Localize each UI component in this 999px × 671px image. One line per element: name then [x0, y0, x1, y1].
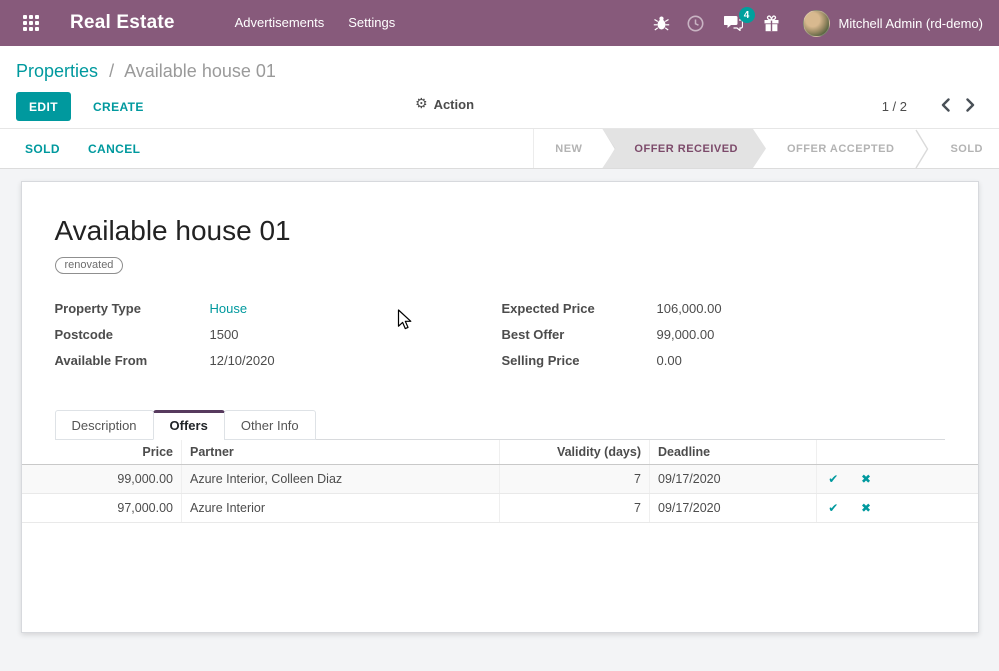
stage-pipeline: NEW OFFER RECEIVED OFFER ACCEPTED SOLD [533, 129, 999, 168]
column-header-validity[interactable]: Validity (days) [500, 440, 650, 465]
app-brand[interactable]: Real Estate [70, 12, 175, 34]
offer-validity[interactable]: 7 [500, 494, 650, 523]
apps-menu-button[interactable] [16, 8, 46, 38]
activities-button[interactable] [679, 0, 713, 46]
field-selling-price: Selling Price 0.00 [502, 353, 722, 368]
pager: 1 / 2 [882, 98, 983, 115]
gift-icon [763, 15, 780, 32]
chevron-left-icon [941, 98, 950, 112]
tag-renovated: renovated [55, 257, 124, 274]
column-header-partner[interactable]: Partner [182, 440, 500, 465]
debug-bug-button[interactable] [645, 0, 679, 46]
breadcrumb: Properties / Available house 01 [16, 59, 983, 83]
control-panel: Properties / Available house 01 EDIT CRE… [0, 46, 999, 129]
notebook-tabs: Description Offers Other Info [55, 410, 945, 440]
top-menu: Advertisements Settings [223, 0, 408, 46]
pager-next-button[interactable] [958, 98, 983, 115]
offer-partner[interactable]: Azure Interior, Colleen Diaz [182, 465, 500, 494]
offer-deadline[interactable]: 09/17/2020 [650, 465, 817, 494]
stage-offer-received[interactable]: OFFER RECEIVED [602, 129, 766, 168]
offer-row[interactable]: 97,000.00 Azure Interior 7 09/17/2020 ✔ … [22, 494, 978, 523]
field-expected-price: Expected Price 106,000.00 [502, 301, 722, 316]
field-postcode: Postcode 1500 [55, 327, 502, 342]
apps-grid-icon [23, 15, 39, 31]
create-button[interactable]: CREATE [85, 100, 152, 114]
offer-validity[interactable]: 7 [500, 465, 650, 494]
field-group-right: Expected Price 106,000.00 Best Offer 99,… [502, 301, 722, 379]
column-header-deadline[interactable]: Deadline [650, 440, 817, 465]
bug-icon [653, 15, 670, 31]
field-best-offer: Best Offer 99,000.00 [502, 327, 722, 342]
accept-offer-button[interactable]: ✔ [824, 501, 842, 515]
breadcrumb-separator: / [109, 61, 114, 81]
gear-icon: ⚙ [415, 96, 428, 112]
user-avatar [803, 10, 830, 37]
sold-button[interactable]: SOLD [25, 142, 60, 156]
offer-deadline[interactable]: 09/17/2020 [650, 494, 817, 523]
pager-value[interactable]: 1 / 2 [882, 99, 907, 114]
action-menu-button[interactable]: ⚙ Action [415, 96, 474, 112]
refuse-offer-button[interactable]: ✖ [857, 501, 875, 515]
user-menu[interactable]: Mitchell Admin (rd-demo) [803, 10, 984, 37]
refuse-offer-button[interactable]: ✖ [857, 472, 875, 486]
menu-settings[interactable]: Settings [336, 0, 407, 46]
property-type-link[interactable]: House [210, 301, 248, 316]
record-title: Available house 01 [55, 214, 945, 248]
stage-offer-accepted[interactable]: OFFER ACCEPTED [766, 129, 915, 168]
messages-button[interactable]: 4 [713, 0, 755, 46]
offer-price[interactable]: 97,000.00 [22, 494, 182, 523]
stage-new[interactable]: NEW [534, 129, 603, 168]
form-statusbar: SOLD CANCEL NEW OFFER RECEIVED OFFER ACC… [0, 129, 999, 169]
clock-icon [687, 15, 704, 32]
accept-offer-button[interactable]: ✔ [824, 472, 842, 486]
cancel-button[interactable]: CANCEL [88, 142, 140, 156]
offers-table: Price Partner Validity (days) Deadline 9… [22, 440, 978, 523]
statusbar-buttons: SOLD CANCEL [0, 129, 168, 168]
rewards-button[interactable] [755, 0, 789, 46]
chevron-right-icon [966, 98, 975, 112]
menu-advertisements[interactable]: Advertisements [223, 0, 337, 46]
stage-sold[interactable]: SOLD [929, 129, 999, 168]
breadcrumb-properties-link[interactable]: Properties [16, 61, 98, 81]
offer-price[interactable]: 99,000.00 [22, 465, 182, 494]
stage-separator-icon [915, 129, 929, 168]
messages-count-badge: 4 [739, 7, 755, 23]
edit-button[interactable]: EDIT [16, 92, 71, 121]
form-sheet: Available house 01 renovated Property Ty… [21, 181, 979, 633]
form-view-background: Available house 01 renovated Property Ty… [0, 181, 999, 671]
breadcrumb-current: Available house 01 [124, 61, 276, 81]
offer-row[interactable]: 99,000.00 Azure Interior, Colleen Diaz 7… [22, 465, 978, 494]
column-header-price[interactable]: Price [22, 440, 182, 465]
navbar-systray: 4 Mitchell Admin (rd-demo) [645, 0, 984, 46]
tab-description[interactable]: Description [55, 410, 154, 440]
field-available-from: Available From 12/10/2020 [55, 353, 502, 368]
control-panel-buttons: EDIT CREATE ⚙ Action 1 / 2 [16, 92, 983, 121]
field-property-type: Property Type House [55, 301, 502, 316]
user-name: Mitchell Admin (rd-demo) [839, 16, 984, 31]
field-group-left: Property Type House Postcode 1500 Availa… [55, 301, 502, 379]
offer-partner[interactable]: Azure Interior [182, 494, 500, 523]
pager-previous-button[interactable] [933, 98, 958, 115]
notebook: Description Offers Other Info Price Part… [55, 410, 945, 523]
tab-offers[interactable]: Offers [153, 410, 225, 440]
offers-table-header-row: Price Partner Validity (days) Deadline [22, 440, 978, 465]
top-navbar: Real Estate Advertisements Settings [0, 0, 999, 46]
field-groups: Property Type House Postcode 1500 Availa… [55, 301, 945, 379]
tab-other-info[interactable]: Other Info [224, 410, 316, 440]
